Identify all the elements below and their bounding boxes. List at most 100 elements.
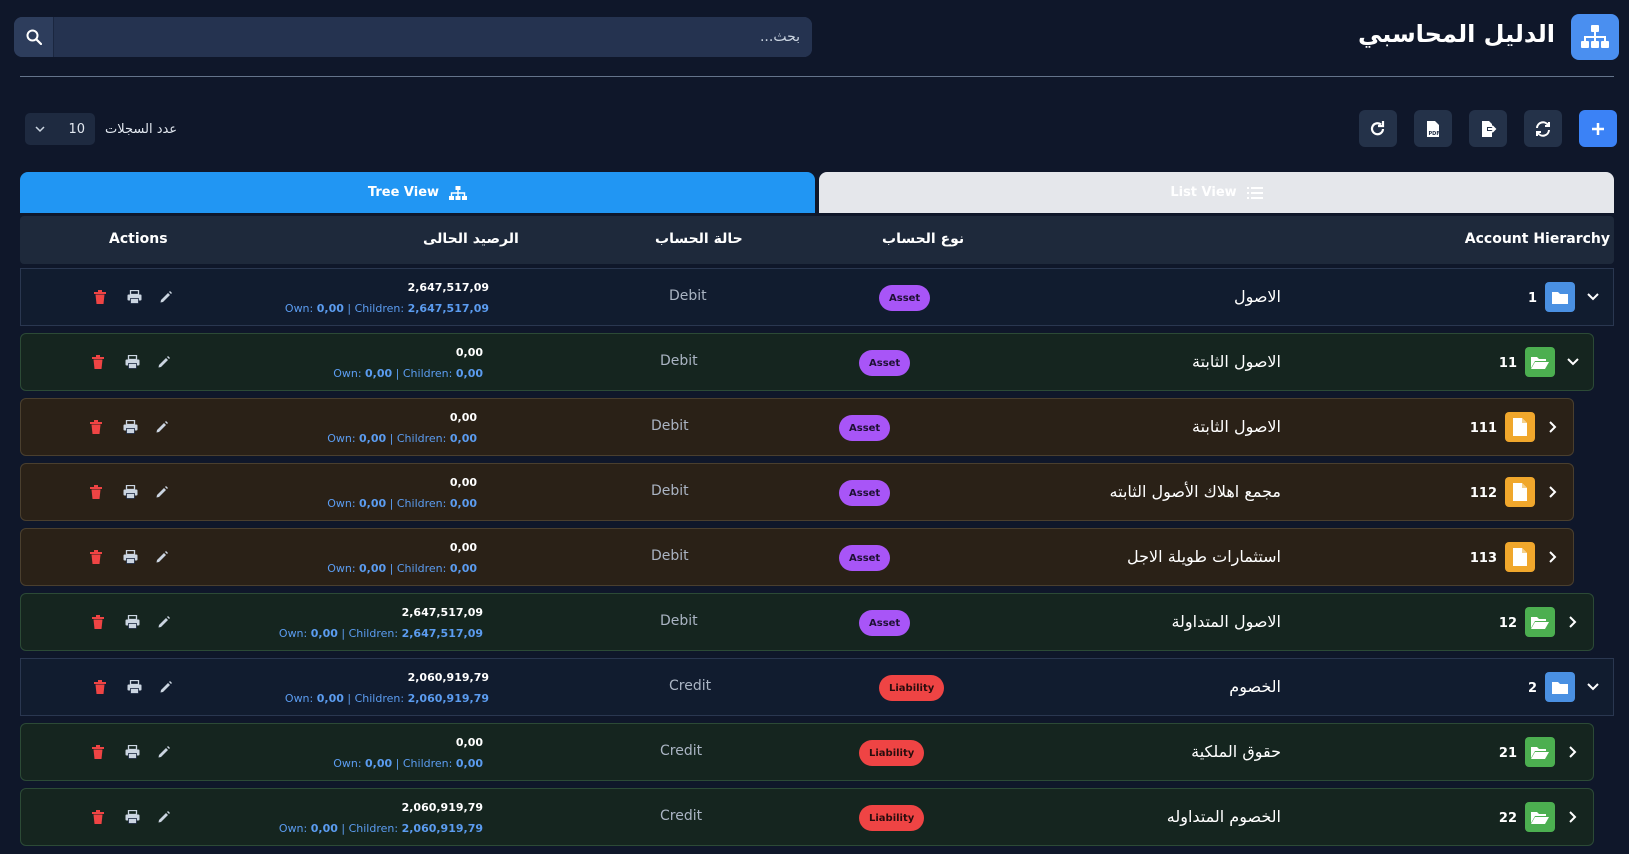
expand-toggle[interactable] <box>1545 549 1561 565</box>
folder-open-icon <box>1531 746 1549 759</box>
table-row[interactable]: 113 استثمارات طويلة الاجل Asset Debit 0,… <box>20 528 1574 586</box>
account-status: Debit <box>651 548 689 564</box>
table-row[interactable]: 112 مجمع اهلاك الأصول الثابته Asset Debi… <box>20 463 1574 521</box>
chevron-right-icon <box>1569 811 1577 823</box>
pencil-icon <box>156 486 168 498</box>
trash-icon <box>94 290 106 304</box>
export-button[interactable] <box>1469 110 1507 147</box>
trash-icon <box>92 745 104 759</box>
edit-button[interactable] <box>157 744 173 760</box>
print-icon <box>125 354 140 369</box>
col-account-type: نوع الحساب <box>882 231 965 247</box>
expand-toggle[interactable] <box>1565 809 1581 825</box>
edit-button[interactable] <box>157 354 173 370</box>
print-button[interactable] <box>125 614 141 630</box>
print-button[interactable] <box>123 484 139 500</box>
folder-open-icon <box>1531 356 1549 369</box>
records-value: 10 <box>68 121 85 137</box>
records-select[interactable]: 10 <box>25 113 95 145</box>
pdf-button[interactable]: PDF <box>1414 110 1452 147</box>
account-name: الاصول <box>1233 287 1281 306</box>
delete-button[interactable] <box>92 809 108 825</box>
expand-toggle[interactable] <box>1545 484 1561 500</box>
expand-toggle[interactable] <box>1545 419 1561 435</box>
account-type-badge: Liability <box>859 805 925 831</box>
chevron-right-icon <box>1549 551 1557 563</box>
print-button[interactable] <box>127 289 143 305</box>
tab-tree-view[interactable]: Tree View <box>20 172 815 213</box>
balance-breakdown: Own: 0,00 | Children: 2,060,919,79 <box>278 822 483 835</box>
folder-icon <box>1552 291 1568 304</box>
file-export-icon <box>1482 120 1497 137</box>
search-button[interactable] <box>14 17 54 57</box>
table-row[interactable]: 12 الاصول المتداولة Asset Debit 2,647,51… <box>20 593 1594 651</box>
print-icon <box>125 744 140 759</box>
table-row[interactable]: 11 الاصول الثابتة Asset Debit 0,00 Own: … <box>20 333 1594 391</box>
edit-button[interactable] <box>155 484 171 500</box>
svg-text:PDF: PDF <box>1429 131 1440 137</box>
refresh-button[interactable] <box>1359 110 1397 147</box>
expand-toggle[interactable] <box>1565 354 1581 370</box>
sync-button[interactable] <box>1524 110 1562 147</box>
print-button[interactable] <box>123 419 139 435</box>
chevron-down-icon <box>35 126 45 133</box>
account-type-badge: Asset <box>839 415 891 441</box>
account-type-badge: Asset <box>839 480 891 506</box>
account-status: Debit <box>651 483 689 499</box>
print-button[interactable] <box>125 744 141 760</box>
chevron-down-icon <box>1567 358 1579 366</box>
delete-button[interactable] <box>92 744 108 760</box>
edit-button[interactable] <box>159 679 175 695</box>
table-row[interactable]: 2 الخصوم Liability Credit 2,060,919,79 O… <box>20 658 1614 716</box>
redo-icon <box>1370 120 1385 135</box>
account-folder <box>1545 282 1575 312</box>
folder-icon <box>1552 681 1568 694</box>
print-button[interactable] <box>127 679 143 695</box>
print-button[interactable] <box>125 809 141 825</box>
balance-total: 2,060,919,79 <box>407 671 489 684</box>
expand-toggle[interactable] <box>1565 744 1581 760</box>
edit-button[interactable] <box>159 289 175 305</box>
table-row[interactable]: 1 الاصول Asset Debit 2,647,517,09 Own: 0… <box>20 268 1614 326</box>
delete-button[interactable] <box>94 289 110 305</box>
account-status: Credit <box>660 743 703 759</box>
expand-toggle[interactable] <box>1565 614 1581 630</box>
print-button[interactable] <box>125 354 141 370</box>
account-status: Debit <box>651 418 689 434</box>
balance-breakdown: Own: 0,00 | Children: 0,00 <box>333 367 483 380</box>
delete-button[interactable] <box>90 419 106 435</box>
account-folder <box>1525 607 1555 637</box>
balance-breakdown: Own: 0,00 | Children: 0,00 <box>327 562 477 575</box>
add-button[interactable] <box>1579 110 1617 147</box>
sitemap-icon <box>449 185 468 200</box>
table-row[interactable]: 111 الاصول الثابتة Asset Debit 0,00 Own:… <box>20 398 1574 456</box>
edit-button[interactable] <box>157 614 173 630</box>
delete-button[interactable] <box>90 549 106 565</box>
account-type-badge: Asset <box>879 285 931 311</box>
delete-button[interactable] <box>94 679 110 695</box>
edit-button[interactable] <box>155 419 171 435</box>
edit-button[interactable] <box>157 809 173 825</box>
account-code: 113 <box>1469 551 1497 566</box>
expand-toggle[interactable] <box>1585 679 1601 695</box>
tab-list-view[interactable]: List View <box>819 172 1614 213</box>
table-row[interactable]: 22 الخصوم المتداوله Liability Credit 2,0… <box>20 788 1594 846</box>
search-input[interactable] <box>54 17 812 57</box>
edit-button[interactable] <box>155 549 171 565</box>
table-row[interactable]: 21 حقوق الملكية Liability Credit 0,00 Ow… <box>20 723 1594 781</box>
print-button[interactable] <box>123 549 139 565</box>
file-icon <box>1513 483 1527 501</box>
delete-button[interactable] <box>90 484 106 500</box>
account-type-badge: Asset <box>859 610 911 636</box>
trash-icon <box>90 420 102 434</box>
expand-toggle[interactable] <box>1585 289 1601 305</box>
pencil-icon <box>156 421 168 433</box>
trash-icon <box>90 485 102 499</box>
pencil-icon <box>158 746 170 758</box>
account-folder <box>1505 477 1535 507</box>
delete-button[interactable] <box>92 354 108 370</box>
account-code: 1 <box>1527 291 1537 306</box>
col-actions: Actions <box>109 231 168 247</box>
pencil-icon <box>156 551 168 563</box>
delete-button[interactable] <box>92 614 108 630</box>
